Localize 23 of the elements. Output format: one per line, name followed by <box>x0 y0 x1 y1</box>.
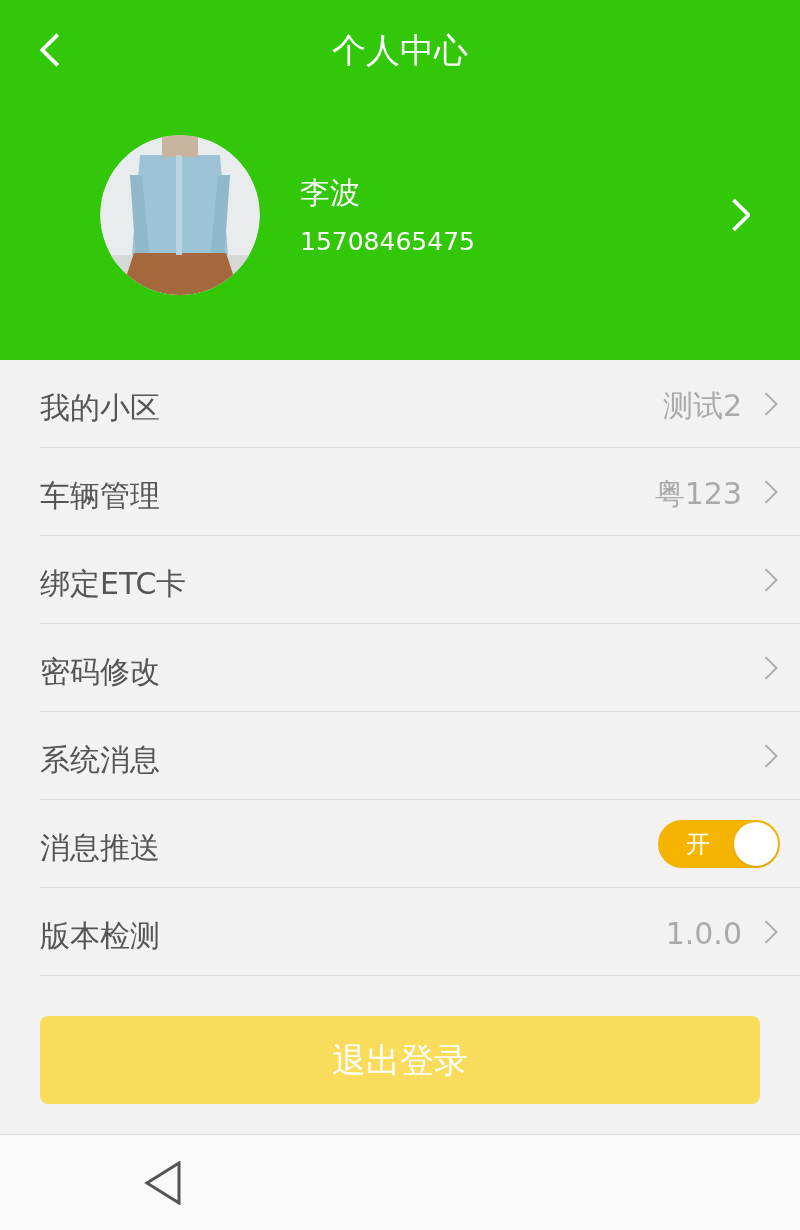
chevron-right-icon <box>732 198 750 232</box>
chevron-right-icon <box>764 479 778 504</box>
chevron-right-icon <box>764 391 778 416</box>
chevron-right-icon <box>764 655 778 680</box>
back-icon[interactable] <box>144 1160 182 1205</box>
phone-number: 15708465475 <box>300 225 475 258</box>
chevron-right-icon <box>764 919 778 944</box>
chevron-right-icon <box>764 567 778 592</box>
back-icon <box>40 33 60 67</box>
row-value: 测试2 <box>662 387 742 425</box>
row-label[interactable]: 版本检测 <box>40 913 160 958</box>
row-label[interactable]: 绑定ETC卡 <box>40 561 187 606</box>
row-label[interactable]: 消息推送 <box>40 825 160 870</box>
row-label[interactable]: 我的小区 <box>40 385 160 430</box>
toggle-knob <box>734 821 778 866</box>
row-label[interactable]: 系统消息 <box>40 737 160 782</box>
row-value: 粤123 <box>654 475 742 513</box>
user-name: 李波 <box>300 173 361 212</box>
row-value: 1.0.0 <box>665 915 742 953</box>
chevron-right-icon <box>764 743 778 768</box>
row-label[interactable]: 密码修改 <box>40 649 160 694</box>
page-title: 个人中心 <box>332 28 468 72</box>
row-label[interactable]: 车辆管理 <box>40 473 160 518</box>
